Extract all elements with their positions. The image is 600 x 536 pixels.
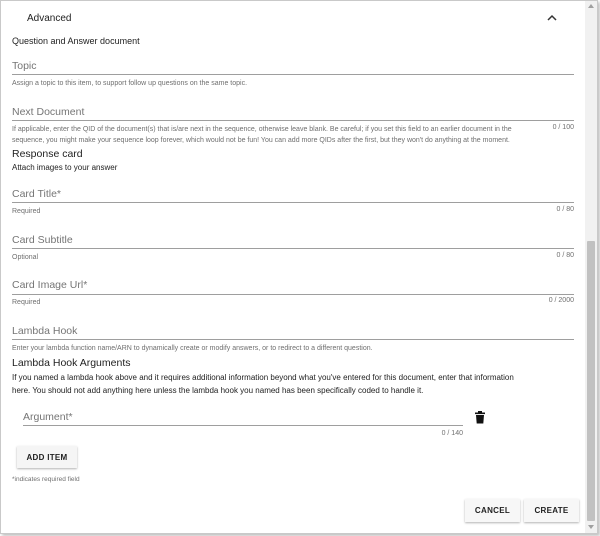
next-document-hint-1: If applicable, enter the QID of the docu… (12, 126, 512, 133)
argument-input[interactable] (23, 425, 463, 426)
next-document-hint-2: sequence, you might make your sequence l… (12, 137, 510, 144)
card-title-label[interactable]: Card Title* (12, 188, 61, 200)
card-title-counter: 0 / 80 (556, 206, 574, 213)
response-card-heading: Response card (12, 148, 83, 160)
next-document-label[interactable]: Next Document (12, 106, 84, 118)
section-title: Question and Answer document (12, 36, 140, 46)
lambda-hook-label[interactable]: Lambda Hook (12, 325, 77, 337)
card-image-url-label[interactable]: Card Image Url* (12, 279, 87, 291)
card-image-url-counter: 0 / 2000 (548, 297, 574, 304)
card-subtitle-input[interactable] (12, 248, 574, 249)
next-document-input[interactable] (12, 120, 574, 121)
scroll-up-arrow-icon[interactable] (588, 4, 594, 8)
cancel-button[interactable]: CANCEL (465, 499, 520, 522)
lambda-args-desc-1: If you named a lambda hook above and it … (12, 373, 514, 382)
argument-label[interactable]: Argument* (23, 411, 73, 423)
card-image-url-hint: Required (12, 299, 41, 306)
lambda-hook-hint: Enter your lambda function name/ARN to d… (12, 345, 373, 352)
card-title-input[interactable] (12, 202, 574, 203)
dialog-frame: Advanced Question and Answer document To… (0, 0, 598, 534)
card-subtitle-counter: 0 / 80 (556, 252, 574, 259)
next-document-counter: 0 / 100 (552, 124, 574, 131)
scrollbar[interactable] (585, 1, 597, 533)
chevron-up-icon[interactable] (546, 13, 558, 23)
topic-input[interactable] (12, 74, 574, 75)
card-title-hint: Required (12, 208, 41, 215)
advanced-section-title: Advanced (27, 13, 72, 24)
required-note: *indicates required field (12, 476, 80, 483)
card-subtitle-label[interactable]: Card Subtitle (12, 234, 73, 246)
add-item-button[interactable]: ADD ITEM (17, 446, 77, 468)
scrollbar-thumb[interactable] (587, 241, 595, 521)
lambda-args-heading: Lambda Hook Arguments (12, 357, 131, 369)
form-content: Advanced Question and Answer document To… (1, 1, 584, 533)
lambda-hook-input[interactable] (12, 339, 574, 340)
card-subtitle-hint: Optional (12, 254, 39, 261)
response-card-subtext: Attach images to your answer (12, 163, 118, 172)
card-image-url-input[interactable] (12, 294, 574, 295)
create-button[interactable]: CREATE (524, 499, 579, 522)
trash-icon[interactable] (474, 411, 486, 424)
argument-counter: 0 / 140 (441, 430, 463, 437)
scroll-down-arrow-icon[interactable] (588, 525, 594, 529)
topic-hint: Assign a topic to this item, to support … (12, 80, 248, 87)
topic-label[interactable]: Topic (12, 60, 37, 72)
lambda-args-desc-2: here. You should not add anything here u… (12, 386, 424, 395)
